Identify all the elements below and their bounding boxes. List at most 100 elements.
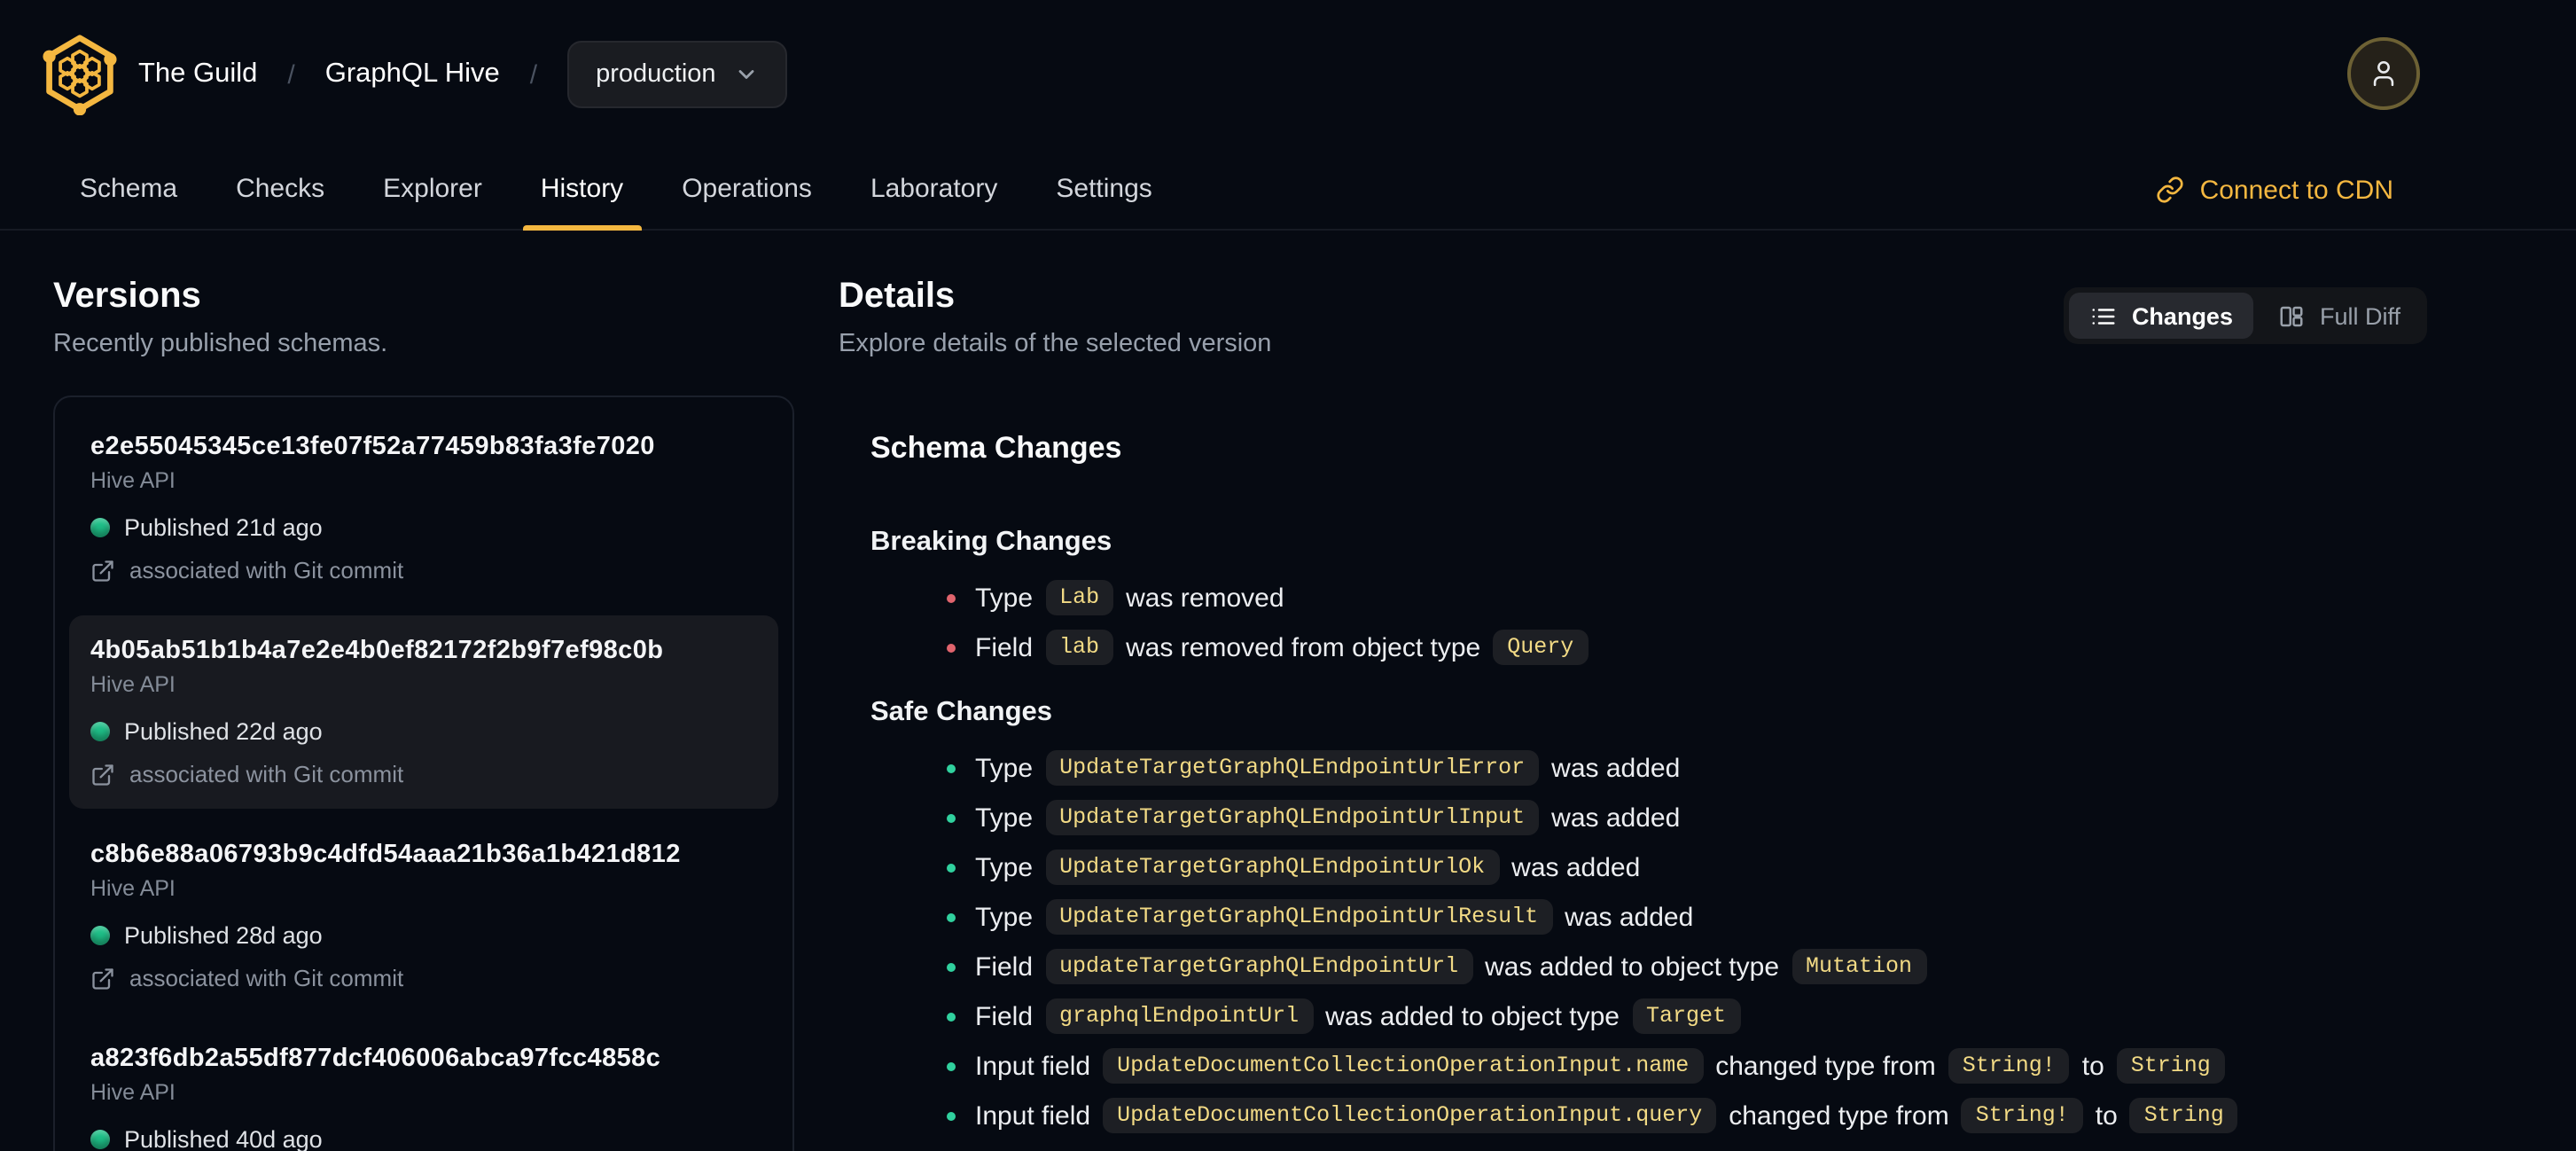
change-text: was added to object type (1325, 1001, 1620, 1031)
change-text: Input field (975, 1051, 1091, 1081)
tab-schema[interactable]: Schema (62, 149, 195, 229)
tab-explorer[interactable]: Explorer (365, 149, 500, 229)
breadcrumb-project[interactable]: GraphQL Hive (325, 59, 500, 90)
change-row: Type Lab was removed (870, 573, 2505, 622)
change-text: Field (975, 632, 1034, 662)
version-hash: a823f6db2a55df877dcf406006abca97fcc4858c (90, 1045, 661, 1073)
change-row: Field updateTargetGraphQLEndpointUrl was a… (870, 942, 2505, 991)
tab-settings[interactable]: Settings (1038, 149, 1169, 229)
app-root: The Guild / GraphQL Hive / production Sc… (0, 0, 2576, 1151)
change-text: changed type from (1729, 1100, 1949, 1131)
tab-operations[interactable]: Operations (664, 149, 830, 229)
user-icon (2373, 60, 2394, 87)
change-text: Type (975, 583, 1034, 613)
change-text: was added (1565, 902, 1694, 932)
code-badge: UpdateTargetGraphQLEndpointUrlOk (1045, 850, 1500, 885)
breadcrumb-org[interactable]: The Guild (138, 59, 257, 90)
bullet-icon (947, 643, 956, 652)
breaking-changes-list: Type Lab was removed Field lab was removed fr… (870, 573, 2505, 672)
change-text: was removed from object type (1126, 632, 1481, 662)
bullet-icon (947, 1061, 956, 1070)
published-status: Published 40d ago (90, 1126, 757, 1151)
git-commit-link[interactable]: associated with Git commit (90, 761, 757, 787)
external-link-icon (92, 560, 113, 581)
bullet-icon (947, 763, 956, 772)
tab-checks[interactable]: Checks (218, 149, 342, 229)
change-text: to (2081, 1051, 2104, 1081)
published-text: Published 22d ago (124, 718, 323, 745)
full-diff-toggle-button[interactable]: Full Diff (2258, 293, 2422, 339)
tab-laboratory[interactable]: Laboratory (853, 149, 1015, 229)
chevron-down-icon (738, 70, 753, 79)
tab-bar: Schema Checks Explorer History Operation… (0, 149, 2576, 231)
change-text: was added (1551, 753, 1681, 783)
change-row: Input field UpdateDocumentCollectionOpera… (870, 1041, 2505, 1091)
breadcrumb-separator: / (529, 59, 538, 90)
code-badge: lab (1045, 630, 1114, 665)
code-badge: Target (1632, 998, 1741, 1034)
safe-changes-group: Safe Changes Type UpdateTargetGraphQLEndp… (870, 697, 2505, 1140)
version-item[interactable]: e2e55045345ce13fe07f52a77459b83fa3fe7020… (69, 411, 778, 605)
change-text: Field (975, 951, 1034, 982)
user-menu-button[interactable] (2347, 37, 2420, 110)
published-text: Published 21d ago (124, 514, 323, 541)
bullet-icon (947, 863, 956, 872)
code-badge: String (2129, 1098, 2238, 1133)
service-name: Hive API (90, 468, 176, 493)
changes-toggle-button[interactable]: Changes (2069, 293, 2254, 339)
code-badge: UpdateDocumentCollectionOperationInput.n… (1103, 1048, 1704, 1084)
version-item[interactable]: a823f6db2a55df877dcf406006abca97fcc4858c… (69, 1023, 778, 1151)
safe-changes-title: Safe Changes (870, 697, 1053, 727)
code-badge: UpdateTargetGraphQLEndpointUrlError (1045, 750, 1540, 786)
target-select[interactable]: production (567, 41, 787, 108)
code-badge: Lab (1045, 580, 1114, 615)
top-bar: The Guild / GraphQL Hive / production (0, 0, 2576, 149)
change-text: Input field (975, 1100, 1091, 1131)
code-badge: Query (1493, 630, 1589, 665)
change-text: to (2095, 1100, 2118, 1131)
published-dot-icon (90, 926, 110, 945)
link-icon (2157, 176, 2183, 203)
versions-title: Versions (53, 277, 201, 316)
hive-logo-icon[interactable] (43, 32, 117, 115)
code-badge: updateTargetGraphQLEndpointUrl (1045, 949, 1473, 984)
code-badge: String (2116, 1048, 2225, 1084)
git-commit-label: associated with Git commit (129, 965, 404, 991)
version-item[interactable]: c8b6e88a06793b9c4dfd54aaa21b36a1b421d812… (69, 819, 778, 1013)
change-row: Type UpdateTargetGraphQLEndpointUrlOk was … (870, 842, 2505, 892)
details-subtitle: Explore details of the selected version (839, 330, 1272, 358)
view-toggle: Changes Full Diff (2064, 287, 2427, 344)
change-text: Type (975, 902, 1034, 932)
code-badge: graphqlEndpointUrl (1045, 998, 1314, 1034)
connect-cdn-label: Connect to CDN (2199, 175, 2393, 205)
full-diff-toggle-label: Full Diff (2319, 302, 2400, 329)
code-badge: UpdateTargetGraphQLEndpointUrlInput (1045, 800, 1540, 835)
code-badge: UpdateDocumentCollectionOperationInput.q… (1103, 1098, 1717, 1133)
version-item[interactable]: 4b05ab51b1b4a7e2e4b0ef82172f2b9f7ef98c0b… (69, 615, 778, 809)
code-badge: UpdateTargetGraphQLEndpointUrlResult (1045, 899, 1553, 935)
change-text: Type (975, 753, 1034, 783)
breadcrumb-separator: / (287, 59, 295, 90)
service-name: Hive API (90, 876, 176, 901)
external-link-icon (92, 763, 113, 785)
published-dot-icon (90, 1130, 110, 1149)
code-badge: String! (1948, 1048, 2070, 1084)
published-dot-icon (90, 722, 110, 741)
version-hash: c8b6e88a06793b9c4dfd54aaa21b36a1b421d812 (90, 841, 681, 869)
bullet-icon (947, 912, 956, 921)
change-row: Type UpdateTargetGraphQLEndpointUrlError w… (870, 743, 2505, 793)
published-status: Published 22d ago (90, 718, 757, 745)
details-header: Details Explore details of the selected … (839, 277, 1902, 358)
change-row: Type UpdateTargetGraphQLEndpointUrlInput w… (870, 793, 2505, 842)
git-commit-link[interactable]: associated with Git commit (90, 557, 757, 583)
change-text: Type (975, 803, 1034, 833)
connect-cdn-link[interactable]: Connect to CDN (2156, 149, 2393, 231)
tab-history[interactable]: History (522, 149, 641, 231)
bullet-icon (947, 813, 956, 822)
code-badge: String! (1961, 1098, 2083, 1133)
details-title: Details (839, 277, 956, 316)
safe-changes-list: Type UpdateTargetGraphQLEndpointUrlError w… (870, 743, 2505, 1140)
git-commit-label: associated with Git commit (129, 761, 404, 787)
git-commit-link[interactable]: associated with Git commit (90, 965, 757, 991)
change-text: was added (1511, 852, 1641, 882)
